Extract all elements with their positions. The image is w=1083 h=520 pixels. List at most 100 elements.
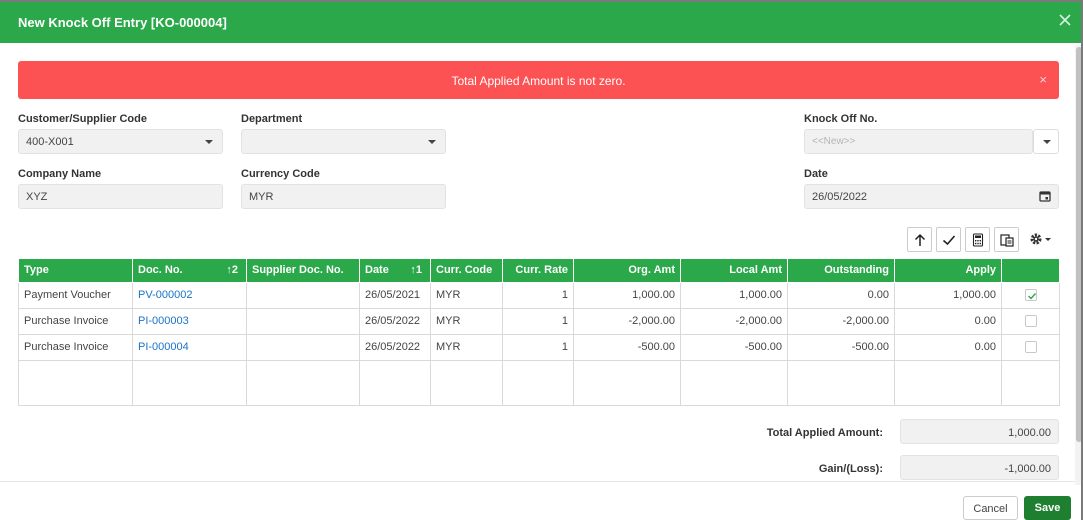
copy-icon	[1000, 234, 1014, 247]
customer-code-select[interactable]: 400-X001	[18, 129, 223, 154]
save-button[interactable]: Save	[1024, 496, 1071, 520]
currency-code-value: MYR	[249, 191, 274, 203]
cell-supplier-doc-no	[246, 281, 360, 309]
cell-doc-no: PV-000002	[132, 281, 247, 309]
cell-apply[interactable]: 0.00	[894, 307, 1002, 335]
chevron-down-icon	[428, 140, 436, 144]
col-local-amt[interactable]: Local Amt	[680, 259, 788, 283]
calendar-icon[interactable]	[1039, 190, 1051, 202]
col-supplier-doc-no[interactable]: Supplier Doc. No.	[246, 259, 360, 283]
company-name-field[interactable]: XYZ	[18, 184, 223, 209]
sort-order: 1	[415, 264, 422, 276]
gain-loss-field: -1,000.00	[900, 455, 1059, 480]
sort-order: 2	[231, 264, 238, 276]
check-all-button[interactable]	[936, 227, 961, 252]
cell-org-amt: -500.00	[573, 333, 681, 361]
gear-icon[interactable]	[1029, 230, 1055, 248]
cell-curr-rate: 1	[502, 281, 574, 309]
cell-local-amt: -2,000.00	[680, 307, 788, 335]
apply-checkbox[interactable]	[1024, 289, 1037, 302]
col-date[interactable]: Date ↑1	[359, 259, 431, 283]
cell-supplier-doc-no	[246, 307, 360, 335]
cell-select	[1001, 333, 1060, 361]
alert-message: Total Applied Amount is not zero.	[451, 74, 626, 88]
knock-off-no-field[interactable]: <<New>>	[804, 129, 1033, 154]
col-curr-rate[interactable]: Curr. Rate	[502, 259, 574, 283]
apply-checkbox[interactable]	[1024, 315, 1037, 328]
cell-apply[interactable]: 0.00	[894, 333, 1002, 361]
cell-curr-code: MYR	[430, 281, 503, 309]
sort-indicator-icon: ↑1	[410, 264, 422, 276]
total-applied-field: 1,000.00	[900, 419, 1059, 444]
date-label: Date	[804, 168, 828, 180]
cell-select	[1001, 281, 1060, 309]
check-icon	[1027, 293, 1036, 300]
cell-local-amt: 1,000.00	[680, 281, 788, 309]
cell-org-amt: 1,000.00	[573, 281, 681, 309]
scrollbar-thumb[interactable]	[1076, 47, 1081, 442]
chevron-down-icon	[1043, 140, 1051, 144]
alert-close-icon[interactable]: ×	[1039, 72, 1047, 87]
cell-curr-rate: 1	[502, 333, 574, 361]
department-select[interactable]	[241, 129, 446, 154]
copy-button[interactable]	[994, 227, 1019, 252]
customer-code-value: 400-X001	[26, 136, 74, 148]
cell-type: Purchase Invoice	[18, 333, 133, 361]
date-value: 26/05/2022	[812, 191, 868, 203]
company-name-label: Company Name	[18, 168, 102, 180]
currency-code-field[interactable]: MYR	[241, 184, 446, 209]
department-label: Department	[241, 113, 303, 125]
close-icon[interactable]	[1058, 13, 1072, 27]
date-field[interactable]: 26/05/2022	[804, 184, 1059, 209]
col-doc-no[interactable]: Doc. No. ↑2	[132, 259, 247, 283]
arrow-up-icon	[914, 233, 926, 246]
doc-no-link[interactable]: PI-000003	[138, 315, 189, 327]
cell-select	[1001, 307, 1060, 335]
doc-no-link[interactable]: PV-000002	[138, 289, 192, 301]
cell-type: Purchase Invoice	[18, 307, 133, 335]
cancel-button[interactable]: Cancel	[963, 496, 1018, 520]
cell-apply[interactable]: 1,000.00	[894, 281, 1002, 309]
move-up-button[interactable]	[907, 227, 932, 252]
footer-divider	[0, 481, 1081, 482]
col-curr-code[interactable]: Curr. Code	[430, 259, 503, 283]
knock-off-no-placeholder: <<New>>	[812, 136, 856, 147]
sort-indicator-icon: ↑2	[226, 264, 238, 276]
knock-off-no-dropdown-button[interactable]	[1033, 129, 1059, 154]
company-name-value: XYZ	[26, 191, 48, 203]
apply-checkbox[interactable]	[1024, 341, 1037, 354]
cell-date: 26/05/2022	[359, 307, 431, 335]
cell-type: Payment Voucher	[18, 281, 133, 309]
col-date-label: Date	[365, 264, 389, 277]
cell-outstanding: -500.00	[787, 333, 895, 361]
check-icon	[942, 235, 956, 246]
cell-org-amt: -2,000.00	[573, 307, 681, 335]
doc-no-link[interactable]: PI-000004	[138, 341, 189, 353]
vertical-scrollbar[interactable]	[1075, 45, 1081, 485]
table-row[interactable]: Purchase Invoice PI-000003 26/05/2022 MY…	[18, 307, 1060, 335]
knock-off-table: Type Doc. No. ↑2 Supplier Doc. No. Date ↑1…	[18, 259, 1060, 406]
col-org-amt[interactable]: Org. Amt	[573, 259, 681, 283]
col-doc-no-label: Doc. No.	[138, 264, 183, 277]
dialog-header: New Knock Off Entry [KO-000004]	[0, 2, 1081, 43]
cell-outstanding: 0.00	[787, 281, 895, 309]
table-row[interactable]: Purchase Invoice PI-000004 26/05/2022 MY…	[18, 333, 1060, 361]
cell-doc-no: PI-000004	[132, 333, 247, 361]
total-applied-label: Total Applied Amount:	[766, 427, 883, 439]
col-select	[1001, 259, 1060, 283]
table-header-row: Type Doc. No. ↑2 Supplier Doc. No. Date ↑1…	[18, 259, 1060, 283]
table-row[interactable]: Payment Voucher PV-000002 26/05/2021 MYR…	[18, 281, 1060, 309]
col-outstanding[interactable]: Outstanding	[787, 259, 895, 283]
col-apply[interactable]: Apply	[894, 259, 1002, 283]
cell-curr-code: MYR	[430, 307, 503, 335]
col-type[interactable]: Type	[18, 259, 133, 283]
error-alert: Total Applied Amount is not zero. ×	[18, 61, 1059, 99]
calculator-button[interactable]	[965, 227, 990, 252]
cell-outstanding: -2,000.00	[787, 307, 895, 335]
customer-code-label: Customer/Supplier Code	[18, 113, 147, 125]
empty-row	[18, 359, 1060, 406]
knock-off-no-label: Knock Off No.	[804, 113, 878, 125]
cell-local-amt: -500.00	[680, 333, 788, 361]
knock-off-dialog: New Knock Off Entry [KO-000004] Total Ap…	[0, 2, 1081, 520]
currency-code-label: Currency Code	[241, 168, 320, 180]
